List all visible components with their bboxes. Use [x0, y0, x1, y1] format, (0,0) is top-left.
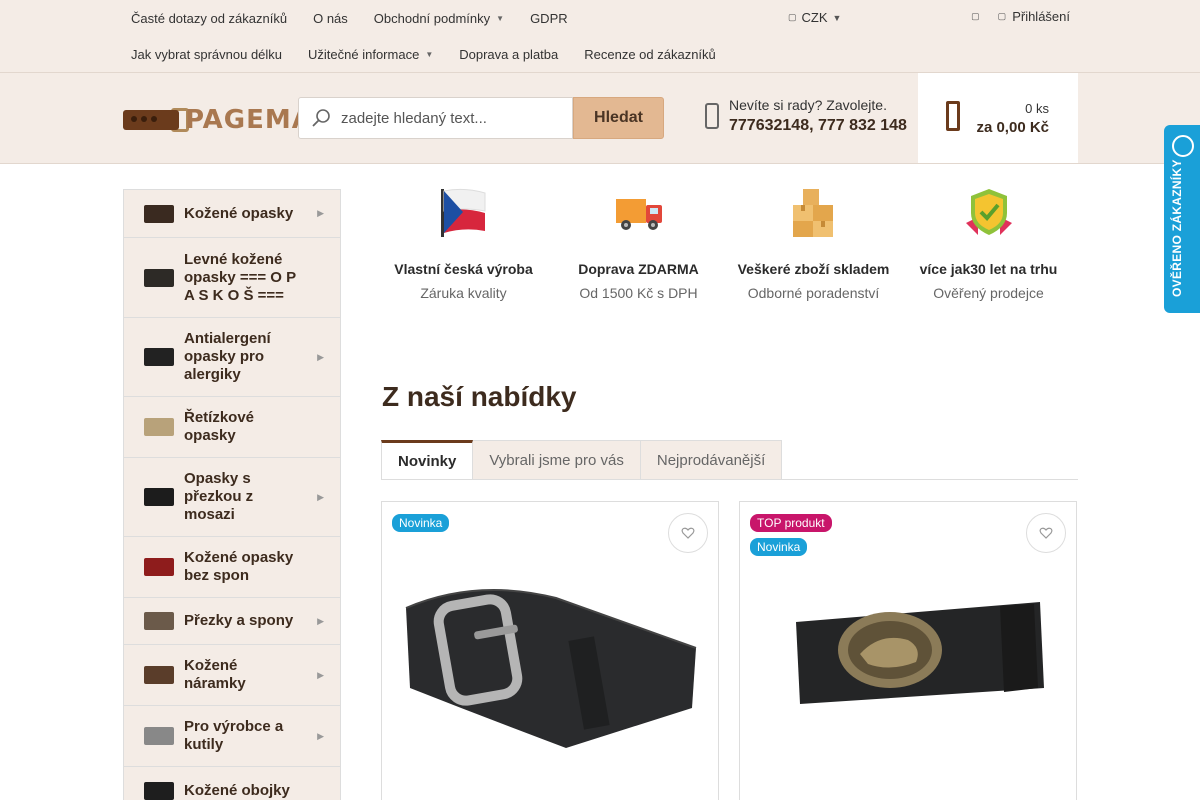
product-card[interactable]: TOP produkt Novinka: [739, 501, 1077, 800]
category-thumbnail: [144, 781, 174, 800]
product-flags: Novinka: [392, 514, 450, 532]
chevron-right-icon: ▶: [317, 615, 324, 626]
category-item[interactable]: Přezky a spony ▶: [124, 598, 340, 645]
category-thumbnail: [144, 204, 174, 223]
category-thumbnail: [144, 348, 174, 366]
tab-novinky[interactable]: Novinky: [381, 440, 474, 480]
chevron-right-icon: ▶: [317, 491, 324, 502]
currency-selector[interactable]: ▢ CZK ▼: [788, 10, 841, 25]
product-tabs: Novinky Vybrali jsme pro vás Nejprodávan…: [381, 440, 783, 480]
chevron-right-icon: ▶: [317, 730, 324, 741]
search-icon: [312, 109, 330, 127]
product-image[interactable]: [790, 592, 1050, 722]
czech-flag-icon: [440, 188, 485, 237]
search-input[interactable]: [341, 109, 561, 127]
boxes-icon: [792, 189, 833, 237]
verified-badge[interactable]: OVĚŘENO ZÁKAZNÍKY: [1164, 125, 1200, 313]
chevron-down-icon: ▼: [496, 13, 505, 23]
nav-link-gdpr[interactable]: GDPR: [517, 0, 581, 36]
header: PAGEMA Hledat Nevíte si rady? Zavolejte.…: [0, 73, 1200, 164]
top-nav-row-1: Časté dotazy od zákazníků O nás Obchodní…: [118, 0, 818, 36]
tabs-divider: [381, 479, 1078, 480]
product-flags: TOP produkt Novinka: [750, 514, 832, 556]
chevron-right-icon: ▶: [317, 208, 324, 218]
benefits-strip: Vlastní česká výroba Záruka kvality Dopr…: [376, 187, 1076, 301]
currency-icon: ▢: [788, 12, 797, 22]
shopping-bag-icon: [946, 101, 960, 131]
logo[interactable]: PAGEMA: [123, 103, 313, 137]
flag-new: Novinka: [750, 538, 808, 556]
category-item[interactable]: Kožené opasky bez spon: [124, 537, 340, 598]
login-link[interactable]: ▢ Přihlášení: [998, 9, 1070, 24]
benefit-item: Vlastní česká výroba Záruka kvality: [376, 187, 551, 301]
search-form: Hledat: [298, 97, 664, 139]
belt-logo-icon: [123, 110, 179, 130]
category-item[interactable]: Antialergení opasky pro alergiky ▶: [124, 318, 340, 397]
product-card[interactable]: Novinka: [381, 501, 719, 800]
logo-text: PAGEMA: [185, 105, 313, 135]
category-item[interactable]: Pro výrobce a kutily ▶: [124, 706, 340, 767]
cart-quantity: 0 ks: [1025, 100, 1049, 116]
category-item[interactable]: Opasky s přezkou z mosazi ▶: [124, 458, 340, 537]
benefit-item: více jak30 let na trhu Ověřený prodejce: [901, 187, 1076, 301]
category-thumbnail: [144, 558, 174, 576]
chevron-right-icon: ▶: [317, 669, 324, 680]
top-nav: Časté dotazy od zákazníků O nás Obchodní…: [118, 0, 818, 72]
currency-label: CZK: [801, 10, 828, 25]
category-thumbnail: [144, 727, 174, 745]
nav-link-terms[interactable]: Obchodní podmínky ▼: [361, 0, 517, 36]
top-bar: Časté dotazy od zákazníků O nás Obchodní…: [0, 0, 1200, 73]
category-item[interactable]: Řetízkové opasky: [124, 397, 340, 458]
cart-summary[interactable]: 0 ks za 0,00 Kč: [918, 73, 1078, 163]
top-nav-row-2: Jak vybrat správnou délku Užitečné infor…: [118, 36, 818, 72]
category-thumbnail: [144, 488, 174, 506]
contact-question: Nevíte si rady? Zavolejte.: [729, 97, 887, 113]
verified-seal-icon: [1172, 135, 1194, 157]
search-field: [298, 97, 573, 139]
tab-vybrali-jsme[interactable]: Vybrali jsme pro vás: [473, 440, 641, 480]
benefit-item: Veškeré zboží skladem Odborné poradenstv…: [726, 187, 901, 301]
product-image[interactable]: [396, 568, 706, 758]
chevron-down-icon: ▼: [425, 49, 434, 59]
tab-nejprodavanejsi[interactable]: Nejprodávanější: [640, 440, 783, 480]
delivery-truck-icon: [615, 199, 662, 230]
nav-link-useful-info[interactable]: Užitečné informace ▼: [295, 36, 446, 72]
verified-shield-icon: [965, 189, 1012, 235]
nav-link-about[interactable]: O nás: [300, 0, 361, 36]
category-thumbnail: [144, 666, 174, 684]
category-item[interactable]: Kožené náramky ▶: [124, 645, 340, 706]
category-item[interactable]: Kožené obojky: [124, 767, 340, 800]
category-sidebar: Kožené opasky ▶ Levné kožené opasky === …: [123, 189, 341, 800]
heart-icon: [1039, 527, 1053, 539]
wishlist-button[interactable]: [1026, 513, 1066, 553]
chevron-right-icon: ▶: [317, 351, 324, 362]
wishlist-button[interactable]: [668, 513, 708, 553]
category-thumbnail: [144, 418, 174, 436]
search-button[interactable]: Hledat: [573, 97, 664, 139]
phone-icon: [705, 103, 719, 129]
category-item[interactable]: Kožené opasky ▶: [124, 190, 340, 238]
nav-link-shipping[interactable]: Doprava a platba: [446, 36, 571, 72]
flag-top: TOP produkt: [750, 514, 832, 532]
section-title: Z naší nabídky: [382, 381, 577, 412]
chevron-down-icon: ▼: [832, 12, 842, 23]
nav-link-reviews[interactable]: Recenze od zákazníků: [571, 36, 729, 72]
cart-small-icon[interactable]: ▢: [971, 11, 980, 22]
category-thumbnail: [144, 268, 174, 287]
top-right-links: ▢ ▢ Přihlášení: [971, 9, 1070, 24]
flag-new: Novinka: [392, 514, 450, 532]
category-thumbnail: [144, 612, 174, 630]
nav-link-length-guide[interactable]: Jak vybrat správnou délku: [118, 36, 295, 72]
category-item[interactable]: Levné kožené opasky === O P A S K O Š ==…: [124, 238, 340, 318]
heart-icon: [681, 527, 695, 539]
contact-info: Nevíte si rady? Zavolejte. 777632148, 77…: [705, 97, 907, 135]
contact-phones[interactable]: 777632148, 777 832 148: [729, 117, 907, 135]
cart-total: za 0,00 Kč: [976, 118, 1049, 136]
nav-link-faq[interactable]: Časté dotazy od zákazníků: [118, 0, 300, 36]
benefit-item: Doprava ZDARMA Od 1500 Kč s DPH: [551, 187, 726, 301]
user-icon: ▢: [997, 11, 1007, 21]
